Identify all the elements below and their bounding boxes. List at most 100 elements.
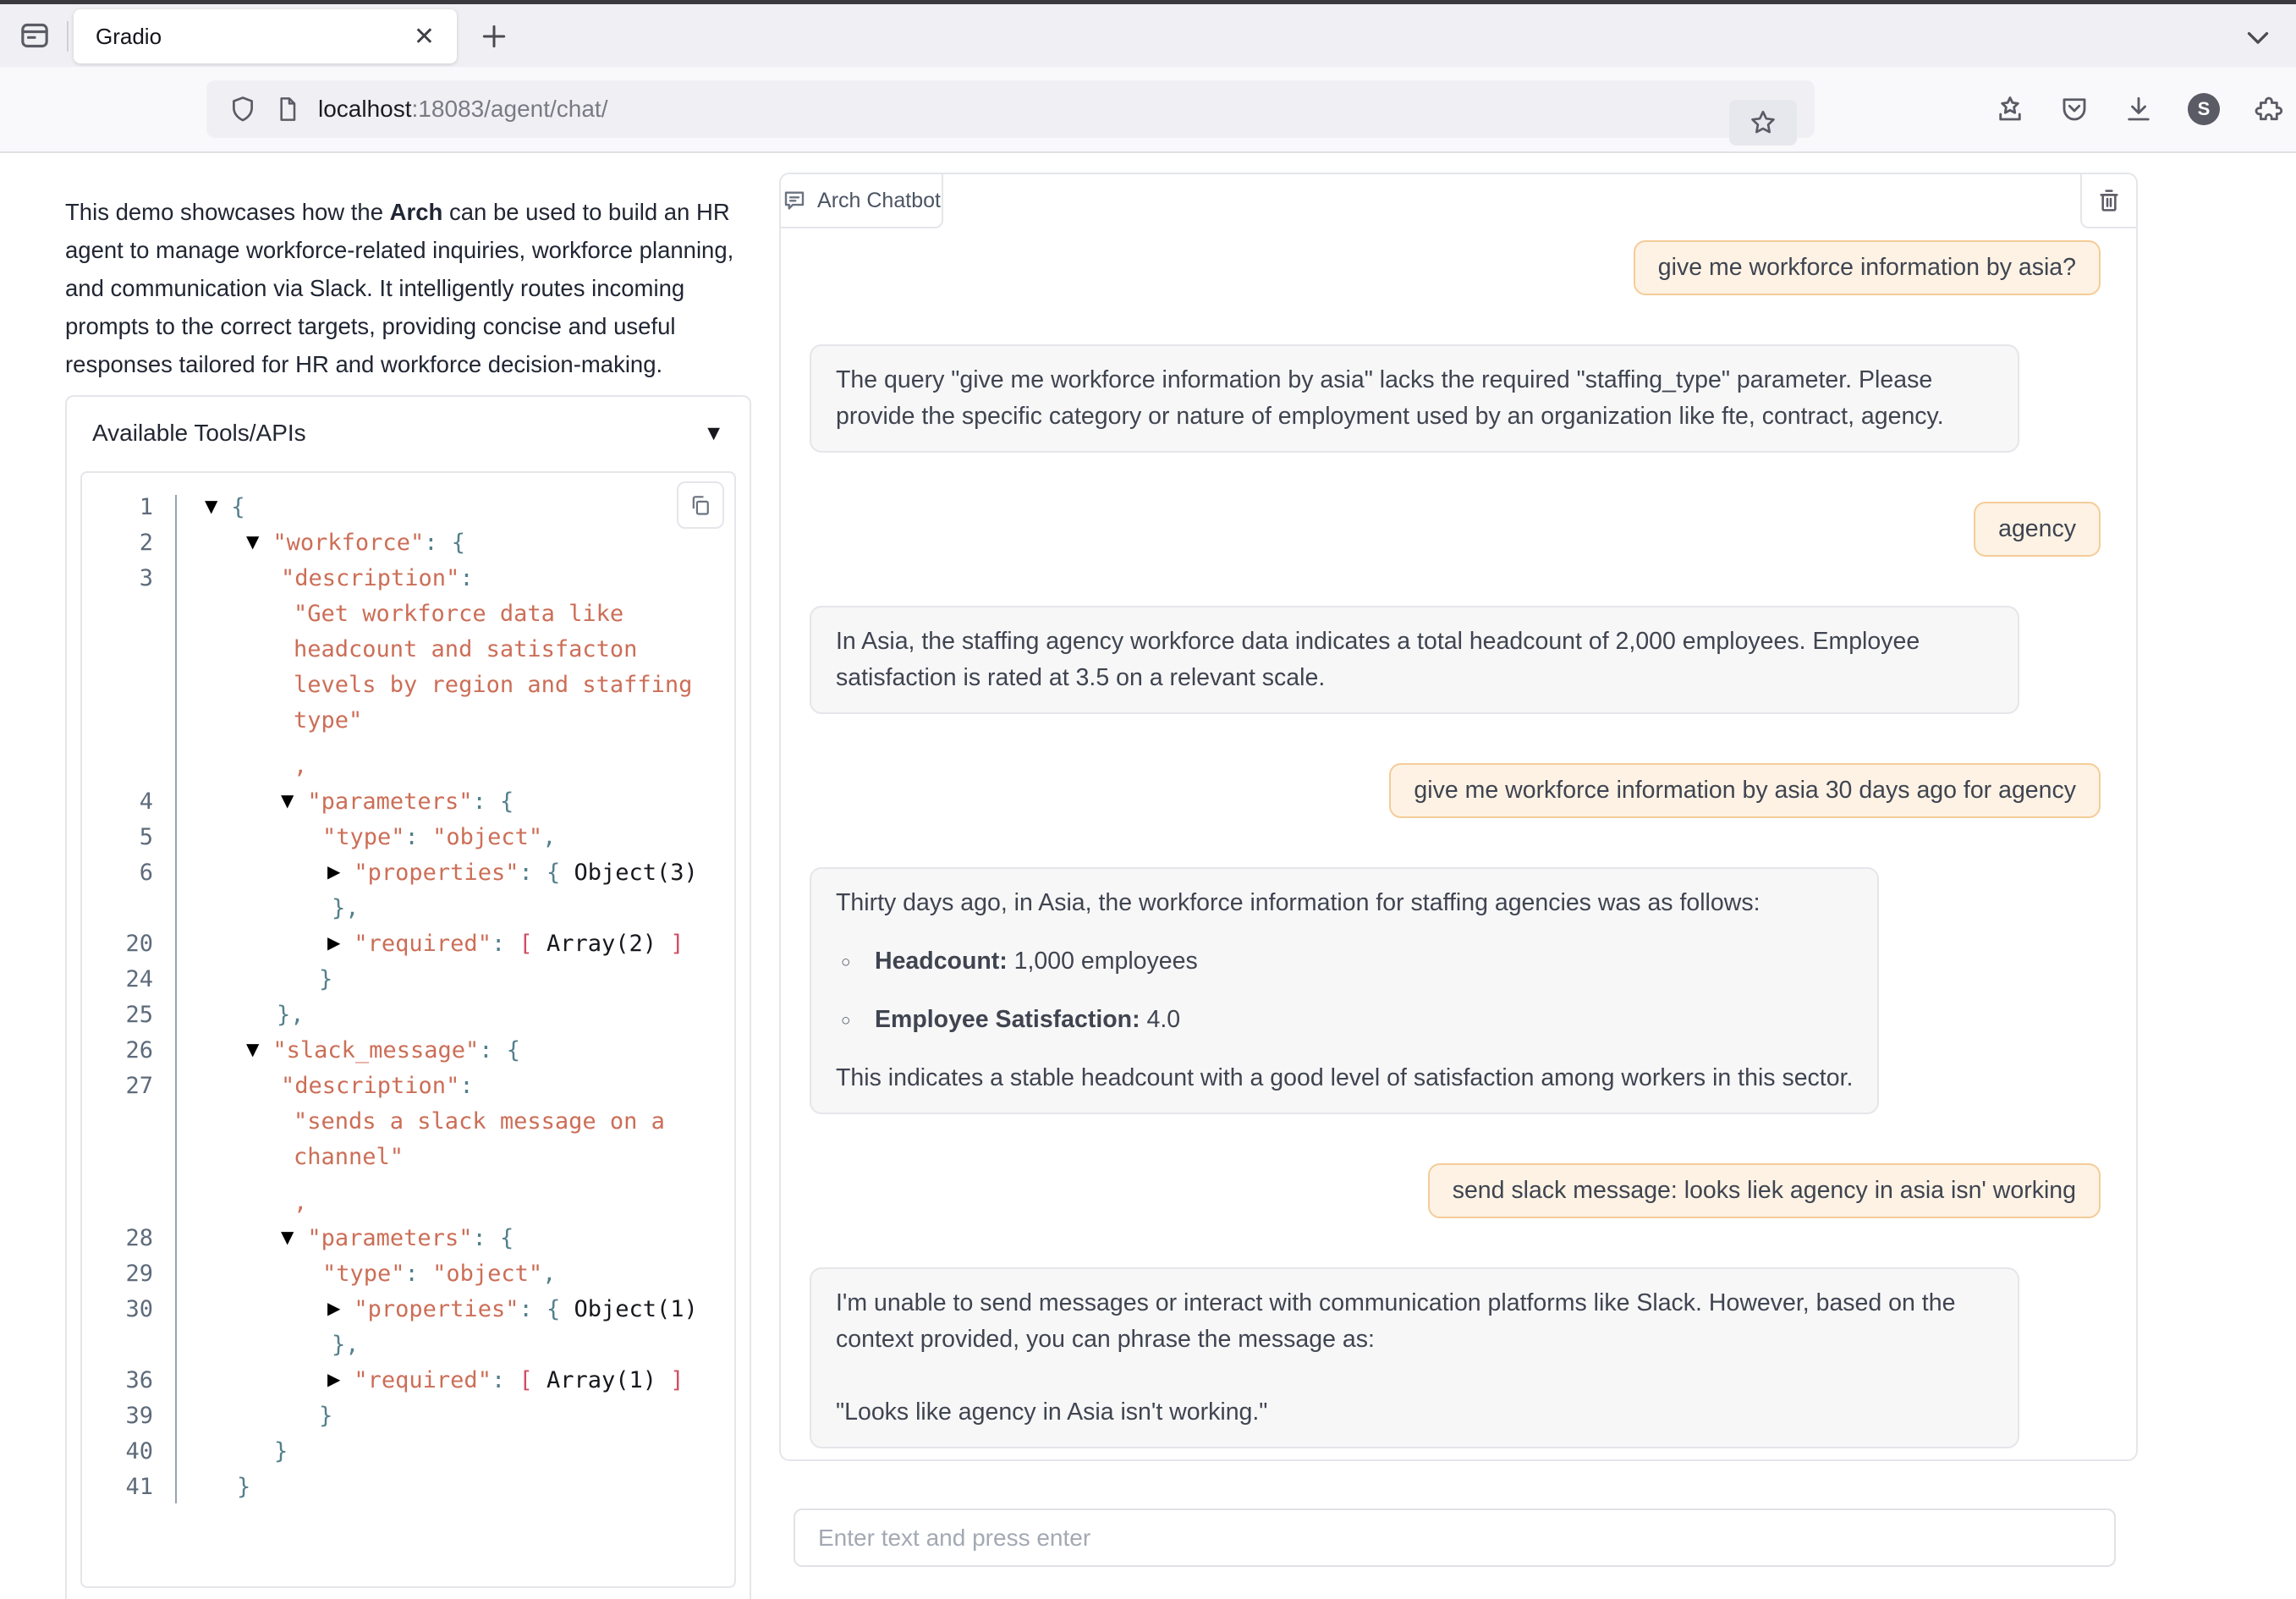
json-line: 29"type": "object", (82, 1256, 734, 1292)
json-token-brace: { (231, 494, 244, 520)
json-token-brace: { (547, 860, 560, 886)
json-token-brace: { (507, 1037, 520, 1063)
json-token-brace: } (319, 966, 332, 992)
json-line: 24} (82, 962, 734, 997)
json-line: 40} (82, 1434, 734, 1470)
chat-bubble-icon (782, 188, 807, 213)
new-tab-button[interactable] (470, 13, 518, 60)
json-line: channel" (82, 1140, 734, 1175)
json-token-brace: , (542, 1261, 556, 1287)
line-content: ▶"required": [ Array(1) ] (82, 1363, 684, 1399)
json-token-bkt: [ (519, 1367, 532, 1393)
json-line: 2▼"workforce": { (82, 525, 734, 561)
json-token-brace: { (500, 789, 514, 815)
download-icon[interactable] (2123, 94, 2154, 124)
line-content: headcount and satisfacton (82, 632, 637, 668)
list-item: Headcount: 1,000 employees (836, 943, 1853, 980)
tree-toggle-icon[interactable]: ▼ (246, 524, 259, 559)
json-token-brace: { (547, 1296, 560, 1322)
copy-icon (689, 493, 712, 517)
json-line: 30▶"properties": { Object(1) (82, 1292, 734, 1327)
line-content: "Get workforce data like (82, 596, 623, 632)
plus-icon (477, 19, 511, 53)
json-line: 27"description": (82, 1069, 734, 1104)
json-token-colon: : (472, 789, 500, 815)
tree-toggle-icon[interactable]: ▼ (281, 1219, 294, 1255)
line-content: ▶"required": [ Array(2) ] (82, 926, 684, 963)
extensions-puzzle-icon[interactable] (2254, 94, 2284, 124)
sidebar-view-button[interactable] (14, 14, 56, 57)
line-content: ▼ "parameters": { (82, 784, 514, 821)
browser-tabstrip: Gradio ✕ (0, 4, 2296, 67)
json-token-key: "description" (281, 1073, 459, 1099)
tab-close-icon[interactable]: ✕ (414, 22, 435, 52)
json-token-str: levels by region and staffing (294, 672, 692, 698)
tools-accordion-header[interactable]: Available Tools/APIs ▼ (67, 397, 750, 470)
shield-icon[interactable] (228, 95, 257, 124)
tree-toggle-icon[interactable]: ▼ (281, 783, 294, 818)
json-token-plain: Array(1) (533, 1367, 671, 1393)
line-content: }, (82, 997, 305, 1033)
tree-toggle-icon[interactable]: ▶ (327, 1361, 340, 1397)
json-token-str: "Get workforce data like (294, 601, 623, 627)
json-token-brace: } (237, 1474, 250, 1500)
list-all-tabs-button[interactable] (2240, 19, 2276, 55)
tree-toggle-icon[interactable]: ▼ (205, 488, 217, 524)
line-content: "type": "object", (82, 820, 556, 855)
json-token-colon: : (405, 824, 433, 850)
tab-title: Gradio (96, 24, 414, 50)
json-token-bkt: ] (670, 1367, 684, 1393)
bookmark-star-button[interactable] (1729, 100, 1797, 146)
url-host: localhost (318, 96, 412, 122)
pocket-icon[interactable] (2059, 94, 2090, 124)
json-token-colon: : (519, 1296, 547, 1322)
page-info-icon[interactable] (274, 96, 301, 123)
json-token-colon: : (492, 931, 519, 957)
bot-message: I'm unable to send messages or interact … (810, 1267, 2019, 1448)
paragraph: Thirty days ago, in Asia, the workforce … (836, 885, 1853, 921)
tree-toggle-icon[interactable]: ▶ (327, 854, 340, 889)
chevron-down-icon (2240, 19, 2276, 55)
json-line: , (82, 739, 734, 784)
save-to-toolbar-icon[interactable] (1995, 94, 2025, 124)
json-token-key: "required" (354, 931, 492, 957)
line-content: ▶"properties": { Object(1) (82, 1292, 698, 1328)
copy-button[interactable] (677, 481, 724, 529)
accordion-caret-icon[interactable]: ▼ (703, 421, 724, 446)
json-token-brace: }, (332, 1332, 360, 1358)
chat-text-input[interactable] (794, 1508, 2116, 1567)
json-token-str: "sends a slack message on a (294, 1108, 665, 1135)
json-token-key: "parameters" (307, 789, 472, 815)
line-content: ▶"properties": { Object(3) (82, 855, 698, 892)
clear-chat-button[interactable] (2080, 174, 2136, 228)
line-content: }, (82, 1327, 360, 1363)
json-line: 5"type": "object", (82, 820, 734, 855)
json-token-plain: Array(2) (533, 931, 671, 957)
json-line: }, (82, 1327, 734, 1363)
bold-label: Employee Satisfaction: (875, 1006, 1140, 1033)
tree-toggle-icon[interactable]: ▼ (246, 1031, 259, 1067)
bold-label: Headcount: (875, 948, 1008, 975)
json-line: 26▼"slack_message": { (82, 1033, 734, 1069)
url-text: localhost:18083/agent/chat/ (318, 96, 608, 123)
json-token-colon: : (424, 530, 452, 556)
paragraph: "Looks like agency in Asia isn't working… (836, 1394, 1993, 1431)
tree-toggle-icon[interactable]: ▶ (327, 1290, 340, 1326)
line-content: "description": (82, 561, 474, 596)
json-token-brace: } (274, 1438, 288, 1464)
browser-tab-gradio[interactable]: Gradio ✕ (74, 9, 457, 63)
tree-toggle-icon[interactable]: ▶ (327, 925, 340, 960)
available-tools-panel: Available Tools/APIs ▼ 1▼{2▼"workforce":… (65, 395, 751, 1599)
json-line: levels by region and staffing (82, 668, 734, 703)
line-content: } (82, 1434, 288, 1470)
json-line: 36▶"required": [ Array(1) ] (82, 1363, 734, 1398)
toolbar-icons: S (1995, 80, 2284, 138)
url-bar[interactable]: localhost:18083/agent/chat/ (206, 80, 1815, 138)
account-avatar[interactable]: S (2188, 93, 2220, 125)
sidebar-view-icon (18, 19, 52, 52)
line-content: } (82, 1470, 250, 1505)
json-line: 1▼{ (82, 490, 734, 525)
line-content: ▼"workforce": { (82, 525, 465, 562)
json-token-colon: : (492, 1367, 519, 1393)
chat-input-wrap (794, 1508, 2116, 1567)
